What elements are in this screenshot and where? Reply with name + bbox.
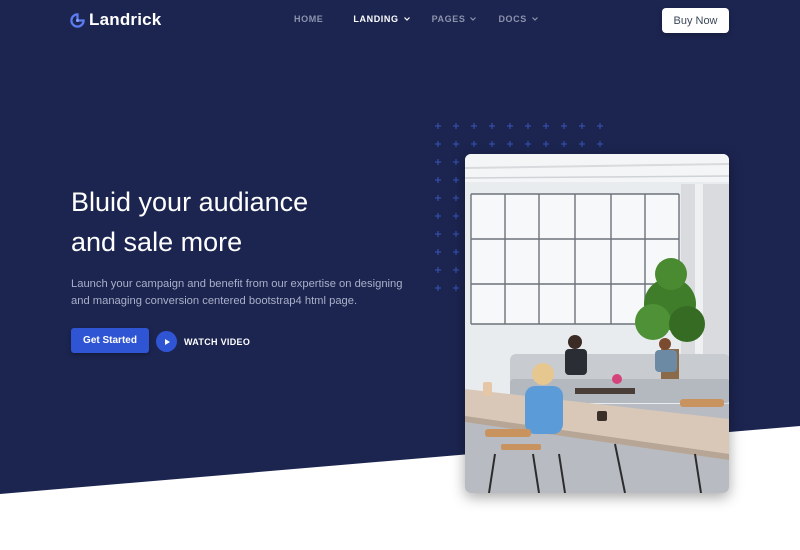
chevron-down-icon (531, 17, 538, 21)
watch-video-link[interactable]: WATCH VIDEO (156, 331, 250, 352)
hero-headline: Bluid your audiance and sale more (71, 182, 391, 262)
hero-section: Landrick HOME LANDING PAGES DOCS Buy Now… (0, 0, 800, 550)
nav-item-pages[interactable]: PAGES (432, 14, 478, 24)
hero-subtext: Launch your campaign and benefit from ou… (71, 278, 403, 307)
brand-logo[interactable]: Landrick (70, 10, 161, 30)
chevron-down-icon (403, 17, 410, 21)
office-scene-illustration (465, 154, 729, 493)
brand-name: Landrick (89, 10, 162, 29)
play-icon[interactable] (156, 331, 177, 352)
buy-now-button[interactable]: Buy Now (662, 8, 729, 33)
hero-headline-line-1: Bluid your audiance (71, 187, 309, 217)
main-menu: HOME LANDING PAGES DOCS (294, 14, 539, 24)
landrick-logo-icon (70, 12, 85, 28)
nav-item-label: PAGES (431, 14, 466, 24)
nav-item-docs[interactable]: DOCS (498, 14, 538, 24)
hero-headline-line-2: and sale more (71, 227, 243, 257)
navbar: Landrick HOME LANDING PAGES DOCS Buy Now (0, 0, 800, 42)
hero-office-photo (465, 154, 729, 493)
nav-item-home[interactable]: HOME (294, 14, 323, 24)
nav-item-label: HOME (294, 14, 324, 24)
chevron-down-icon (470, 17, 477, 21)
watch-video-label: WATCH VIDEO (184, 336, 251, 347)
nav-item-label: DOCS (498, 14, 527, 24)
nav-item-landing[interactable]: LANDING (353, 14, 410, 24)
nav-item-label: LANDING (353, 14, 399, 24)
get-started-button[interactable]: Get Started (71, 328, 149, 353)
